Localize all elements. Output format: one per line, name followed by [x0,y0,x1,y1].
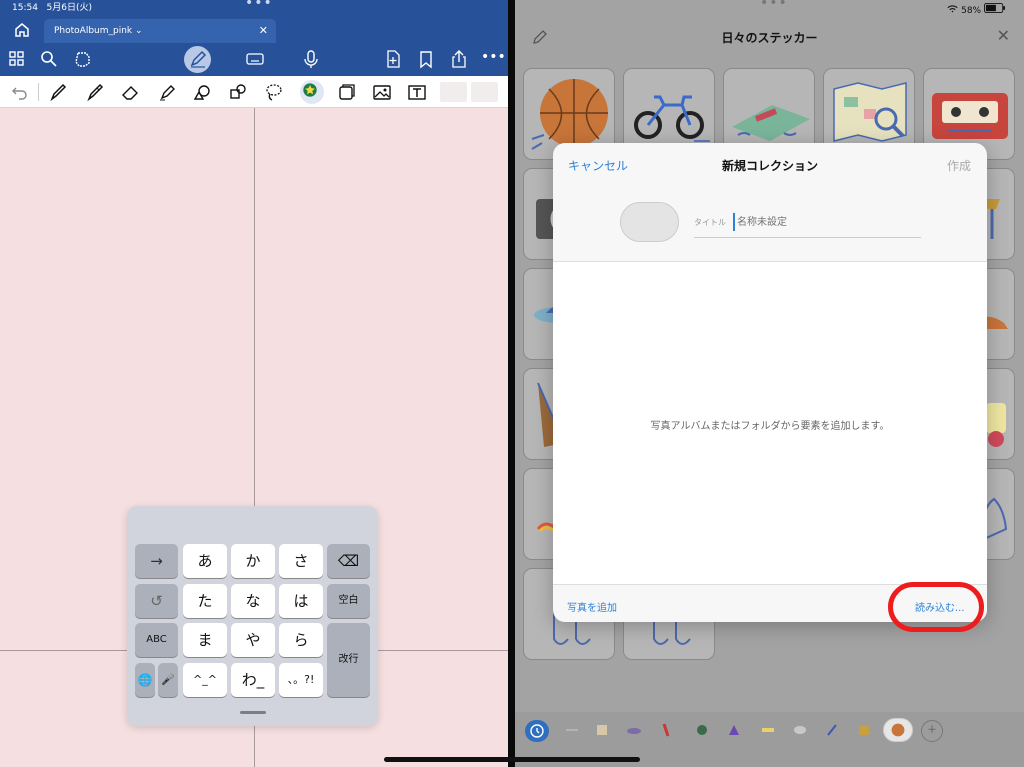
return-key[interactable]: 改行 [327,623,370,697]
pen-tool-icon[interactable] [48,82,68,102]
status-date: 5月6日(火) [46,3,93,13]
keyboard-icon[interactable] [245,49,265,69]
empty-message: 写真アルバムまたはフォルダから要素を追加します。 [650,421,890,432]
sticker-3[interactable] [625,721,643,739]
shape-icon[interactable] [192,82,212,102]
abc-key[interactable]: ABC [135,623,178,657]
add-collection-icon[interactable]: ＋ [921,720,943,742]
key-wa[interactable]: わ_ [231,663,275,697]
highlight-annotation [888,582,984,632]
key-ka[interactable]: か [231,544,275,578]
lasso-select-icon[interactable] [73,49,93,69]
key-emoticon[interactable]: ^_^ [183,663,227,697]
modal-header: キャンセル 新規コレクション 作成 [553,143,987,187]
status-bar: 15:54 5月6日(火) ••• [0,0,508,16]
share-icon[interactable] [449,49,469,69]
pencil-tool-icon[interactable] [85,82,105,102]
key-punctuation[interactable]: 、。?! [279,663,323,697]
sticker-collection-title: 日々のステッカー [721,31,818,45]
add-photo-button[interactable]: 写真を追加 [567,599,617,614]
status-bar-right: ••• 58% [515,0,1024,18]
multitask-dots[interactable]: ••• [760,0,788,11]
close-icon[interactable]: ✕ [997,26,1010,45]
main-toolbar: ••• [0,43,508,76]
sticker-panel-pane: ••• 58% 日々のステッカー ✕ キャンセル 新規コレクション 作成 タイト… [515,0,1024,767]
title-label: タイトル [694,218,726,227]
mic-key-icon[interactable]: 🎤 [158,663,178,697]
globe-icon[interactable]: 🌐 [135,663,155,697]
undo-icon[interactable] [10,82,30,102]
key-arrow[interactable]: → [135,544,178,578]
sticker-5[interactable] [693,721,711,739]
recent-icon[interactable] [525,720,549,742]
modal-content-area: 写真アルバムまたはフォルダから要素を追加します。 [553,261,987,585]
key-ra[interactable]: ら [279,623,323,657]
multitask-dots[interactable]: ••• [245,0,273,11]
pen-icon[interactable] [188,49,208,69]
sticker-10[interactable] [855,721,873,739]
status-time: 15:54 [12,3,38,13]
mic-icon[interactable] [301,49,321,69]
home-indicator [384,757,640,762]
sticker-4[interactable] [657,721,675,739]
battery-icon [984,3,1005,13]
lasso-icon[interactable] [264,82,284,102]
home-icon[interactable] [12,21,32,39]
element-icon[interactable] [228,82,248,102]
wifi-icon [947,5,958,13]
tool-palette [0,76,508,108]
title-underline [694,237,921,238]
chevron-down-icon[interactable]: ⌄ [135,26,143,36]
keyboard-drag-handle[interactable] [240,711,266,714]
close-icon[interactable]: ✕ [259,19,268,43]
add-page-icon[interactable] [383,49,403,69]
text-icon[interactable] [407,82,427,102]
sticky-note-icon[interactable] [337,82,357,102]
sticker-7[interactable] [759,721,777,739]
tab-photoalbum[interactable]: PhotoAlbum_pink ⌄ ✕ [44,19,276,43]
tab-title: PhotoAlbum_pink [54,26,133,36]
color-swatch-2[interactable] [471,82,498,102]
image-icon[interactable] [372,82,392,102]
split-view-divider[interactable] [508,0,515,767]
key-sa[interactable]: さ [279,544,323,578]
modal-title: 新規コレクション [721,159,818,173]
tab-bar: PhotoAlbum_pink ⌄ ✕ [0,16,508,43]
toolbar-divider [38,83,39,101]
sticker-1[interactable] [563,721,581,739]
key-na[interactable]: な [231,584,275,618]
key-ya[interactable]: や [231,623,275,657]
more-icon[interactable]: ••• [481,49,506,69]
backspace-key[interactable]: ⌫ [327,544,370,578]
key-ma[interactable]: ま [183,623,227,657]
collection-title-input[interactable] [733,213,919,231]
sticker-header: 日々のステッカー ✕ [515,18,1024,58]
sticker-2[interactable] [593,721,611,739]
grid-icon[interactable] [7,49,27,69]
new-collection-modal: キャンセル 新規コレクション 作成 タイトル 写真アルバムまたはフォルダから要素… [553,143,987,622]
key-ta[interactable]: た [183,584,227,618]
key-undo[interactable]: ↺ [135,584,178,618]
collection-thumbnail[interactable] [620,202,679,242]
space-key[interactable]: 空白 [327,584,370,618]
sticker-6[interactable] [725,721,743,739]
eraser-icon[interactable] [120,82,140,102]
battery-percent: 58% [961,6,982,16]
basketball-sticker-tab[interactable] [883,718,913,742]
sticker-icon[interactable] [300,80,324,104]
key-a[interactable]: あ [183,544,227,578]
floating-keyboard: → あ か さ ⌫ ↺ た な は 空白 ABC ま や ら 改行 🌐 🎤 ^_… [127,506,378,726]
sticker-8[interactable] [791,721,809,739]
sticker-9[interactable] [823,721,841,739]
color-swatch-1[interactable] [440,82,467,102]
bookmark-icon[interactable] [416,49,436,69]
notes-app-pane: 15:54 5月6日(火) ••• PhotoAlbum_pink ⌄ ✕ ••… [0,0,508,767]
key-ha[interactable]: は [279,584,323,618]
search-icon[interactable] [39,49,59,69]
create-button[interactable]: 作成 [947,157,971,174]
highlighter-icon[interactable] [157,82,177,102]
status-indicators: 58% [947,3,1006,16]
